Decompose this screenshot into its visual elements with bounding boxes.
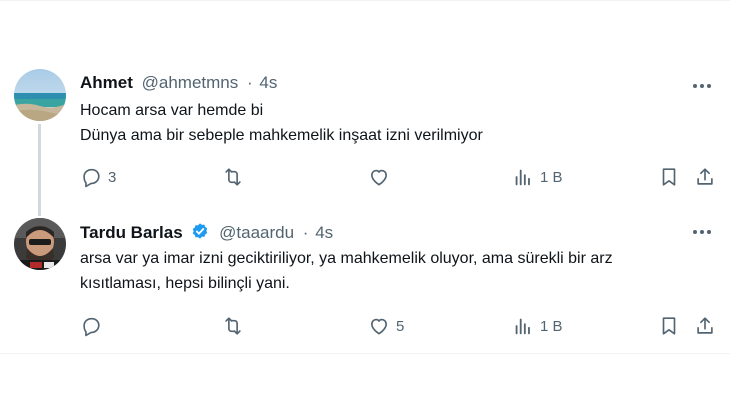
more-icon[interactable] <box>690 76 714 96</box>
display-name[interactable]: Ahmet <box>80 73 133 92</box>
timestamp[interactable]: 4s <box>259 73 277 92</box>
tweet-ahmet[interactable]: Ahmet @ahmetmns · 4s Hocam arsa var hemd… <box>0 58 730 208</box>
display-name[interactable]: Tardu Barlas <box>80 223 183 242</box>
reply-count: 3 <box>108 168 117 186</box>
share-button[interactable] <box>694 165 716 189</box>
timestamp[interactable]: 4s <box>315 223 333 242</box>
tweet-text-line: Dünya ama bir sebeple mahkemelik inşaat … <box>80 127 483 144</box>
views-button[interactable]: 1 B <box>512 165 563 189</box>
tweet-text: arsa var ya imar izni geciktiriliyor, ya… <box>80 246 715 296</box>
avatar[interactable] <box>14 218 66 270</box>
share-icon <box>697 168 713 185</box>
views-icon <box>515 169 530 186</box>
user-handle[interactable]: @ahmetmns <box>142 73 239 92</box>
separator-dot: · <box>302 223 309 242</box>
tweet-tardu-barlas[interactable]: Tardu Barlas @taaardu · 4s arsa var ya i… <box>0 208 730 354</box>
tweet-text-line: kısıtlaması, hepsi bilinçli yani. <box>80 275 290 292</box>
tweet-text-line: Hocam arsa var hemde bi <box>80 102 264 119</box>
comment-icon <box>83 168 100 188</box>
bookmark-button[interactable] <box>658 314 680 338</box>
retweet-button[interactable] <box>222 314 250 338</box>
bookmark-button[interactable] <box>658 165 680 189</box>
comment-icon <box>83 317 100 337</box>
like-button[interactable] <box>368 165 396 189</box>
separator-dot: · <box>247 73 253 92</box>
retweet-icon <box>225 168 241 186</box>
tweet-text-line: arsa var ya imar izni geciktiriliyor, ya… <box>80 250 613 267</box>
views-count: 1 B <box>540 317 563 335</box>
retweet-button[interactable] <box>222 165 250 189</box>
tweet-header: Tardu Barlas @taaardu · 4s <box>80 221 333 246</box>
heart-icon <box>371 169 387 186</box>
views-count: 1 B <box>540 168 563 186</box>
reply-button[interactable] <box>80 314 108 338</box>
action-bar: 5 1 B <box>80 314 720 338</box>
like-button[interactable]: 5 <box>368 314 404 338</box>
tweet-header: Ahmet @ahmetmns · 4s <box>80 73 277 93</box>
top-divider <box>0 0 730 1</box>
more-icon[interactable] <box>690 222 714 242</box>
action-bar: 3 1 B <box>80 165 720 189</box>
avatar[interactable] <box>14 69 66 121</box>
like-count: 5 <box>396 317 405 335</box>
retweet-icon <box>225 317 241 335</box>
verified-badge-icon <box>190 221 210 246</box>
views-icon <box>515 318 530 335</box>
tweet-text: Hocam arsa var hemde bi Dünya ama bir se… <box>80 98 715 148</box>
bookmark-icon <box>662 168 676 186</box>
views-button[interactable]: 1 B <box>512 314 563 338</box>
share-icon <box>697 317 713 334</box>
user-handle[interactable]: @taaardu <box>219 223 294 242</box>
reply-button[interactable]: 3 <box>80 165 116 189</box>
bookmark-icon <box>662 317 676 335</box>
share-button[interactable] <box>694 314 716 338</box>
heart-icon <box>371 318 387 335</box>
